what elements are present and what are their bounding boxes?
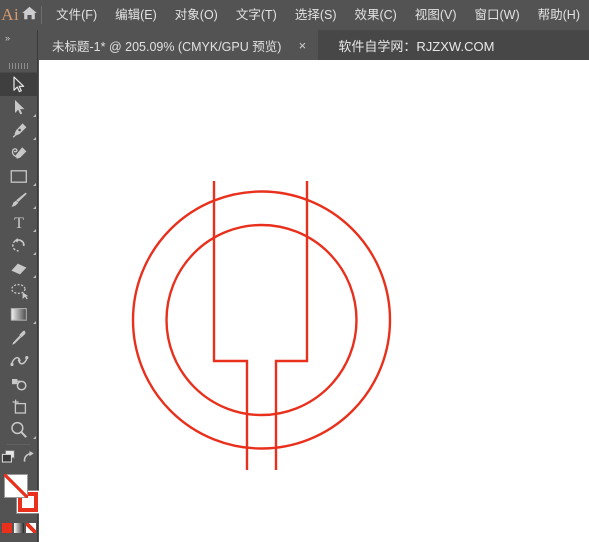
document-tab-title: 未标题-1* @ 205.09% (CMYK/GPU 预览) xyxy=(52,39,282,54)
gradient-icon xyxy=(10,307,28,322)
fill-stroke-swatches xyxy=(0,472,40,518)
tool-blend[interactable] xyxy=(0,349,38,372)
home-icon xyxy=(21,5,38,26)
illustrator-window: Ai 文件(F) 编辑(E) 对象(O) 文字(T) 选择(S) 效果(C) 视… xyxy=(0,0,589,542)
panel-collapse-button[interactable]: » xyxy=(0,30,38,60)
color-mode-icon[interactable] xyxy=(1,523,12,533)
gradient-mode-icon[interactable] xyxy=(13,523,24,533)
magnifier-icon xyxy=(10,421,28,439)
tools-panel-drag-handle[interactable] xyxy=(0,60,37,73)
tool-gradient[interactable] xyxy=(0,303,38,326)
tool-rotate[interactable] xyxy=(0,234,38,257)
menu-file[interactable]: 文件(F) xyxy=(47,5,106,26)
tool-zoom[interactable] xyxy=(0,418,38,441)
rotate-arrow-icon xyxy=(10,237,28,254)
tool-selection[interactable] xyxy=(0,73,38,96)
document-tab-bar: » 未标题-1* @ 205.09% (CMYK/GPU 预览) × 软件自学网… xyxy=(0,30,589,60)
tool-group-corner-icon xyxy=(33,229,36,232)
menu-divider xyxy=(40,6,42,24)
toolbar-extra-row xyxy=(0,448,37,470)
tool-group-corner-icon xyxy=(33,206,36,209)
watermark-label: 软件自学网：RJZXW.COM xyxy=(338,38,495,54)
tool-paintbrush[interactable] xyxy=(0,188,38,211)
tool-group-corner-icon xyxy=(33,275,36,278)
artboard-icon xyxy=(10,399,28,415)
lasso-icon xyxy=(10,283,29,300)
artwork-zhong-logo[interactable] xyxy=(39,60,589,542)
tool-shape-builder[interactable] xyxy=(0,372,38,395)
menu-window[interactable]: 窗口(W) xyxy=(466,5,529,26)
none-mode-icon[interactable] xyxy=(25,523,36,533)
curvature-pen-icon xyxy=(10,145,29,162)
type-t-icon: T xyxy=(11,214,27,231)
menu-select[interactable]: 选择(S) xyxy=(286,5,346,26)
chevron-double-right-icon: » xyxy=(5,33,10,43)
menu-type[interactable]: 文字(T) xyxy=(227,5,286,26)
eraser-icon xyxy=(10,261,28,277)
tool-direct-selection[interactable] xyxy=(0,96,38,119)
menu-bar: Ai 文件(F) 编辑(E) 对象(O) 文字(T) 选择(S) 效果(C) 视… xyxy=(0,0,589,30)
document-tab[interactable]: 未标题-1* @ 205.09% (CMYK/GPU 预览) × xyxy=(38,30,319,60)
tool-lasso[interactable] xyxy=(0,280,38,303)
menu-help[interactable]: 帮助(H) xyxy=(529,5,589,26)
tool-group-corner-icon xyxy=(33,252,36,255)
rectangle-icon xyxy=(10,169,28,184)
change-screen-mode-icon[interactable] xyxy=(1,449,18,470)
pen-nib-icon xyxy=(11,122,28,139)
close-icon[interactable]: × xyxy=(295,39,309,52)
app-logo-text: Ai xyxy=(1,5,20,24)
direct-selection-arrow-icon xyxy=(12,99,27,116)
menu-object[interactable]: 对象(O) xyxy=(166,5,227,26)
fill-swatch[interactable] xyxy=(4,474,28,498)
blend-icon xyxy=(9,353,29,368)
tool-group-corner-icon xyxy=(33,183,36,186)
drag-handle-dots-icon xyxy=(8,63,29,69)
menu-effect[interactable]: 效果(C) xyxy=(345,5,405,26)
app-logo: Ai xyxy=(0,0,20,30)
color-mode-buttons xyxy=(0,520,37,536)
selection-arrow-icon xyxy=(11,76,27,93)
tool-group-corner-icon xyxy=(33,114,36,117)
tool-curvature[interactable] xyxy=(0,142,38,165)
svg-text:T: T xyxy=(14,215,24,231)
menu-view[interactable]: 视图(V) xyxy=(406,5,466,26)
tool-pen[interactable] xyxy=(0,119,38,142)
tool-group-corner-icon xyxy=(33,436,36,439)
tool-group-corner-icon xyxy=(33,321,36,324)
no-fill-slash-icon xyxy=(4,474,28,498)
tool-artboard[interactable] xyxy=(0,395,38,418)
toolbar-divider xyxy=(7,444,30,445)
shape-builder-icon xyxy=(10,376,29,392)
eyedropper-icon xyxy=(10,329,28,347)
tool-type[interactable]: T xyxy=(0,211,38,234)
tools-panel: T xyxy=(0,60,40,542)
home-button[interactable] xyxy=(20,0,38,30)
menu-edit[interactable]: 编辑(E) xyxy=(106,5,166,26)
menu-items: 文件(F) 编辑(E) 对象(O) 文字(T) 选择(S) 效果(C) 视图(V… xyxy=(47,5,589,26)
tool-eraser[interactable] xyxy=(0,257,38,280)
tool-eyedropper[interactable] xyxy=(0,326,38,349)
swap-fill-stroke-icon[interactable] xyxy=(21,449,36,469)
document-canvas[interactable] xyxy=(39,60,589,542)
paintbrush-icon xyxy=(10,191,28,209)
tool-group-corner-icon xyxy=(33,137,36,140)
tool-rectangle[interactable] xyxy=(0,165,38,188)
